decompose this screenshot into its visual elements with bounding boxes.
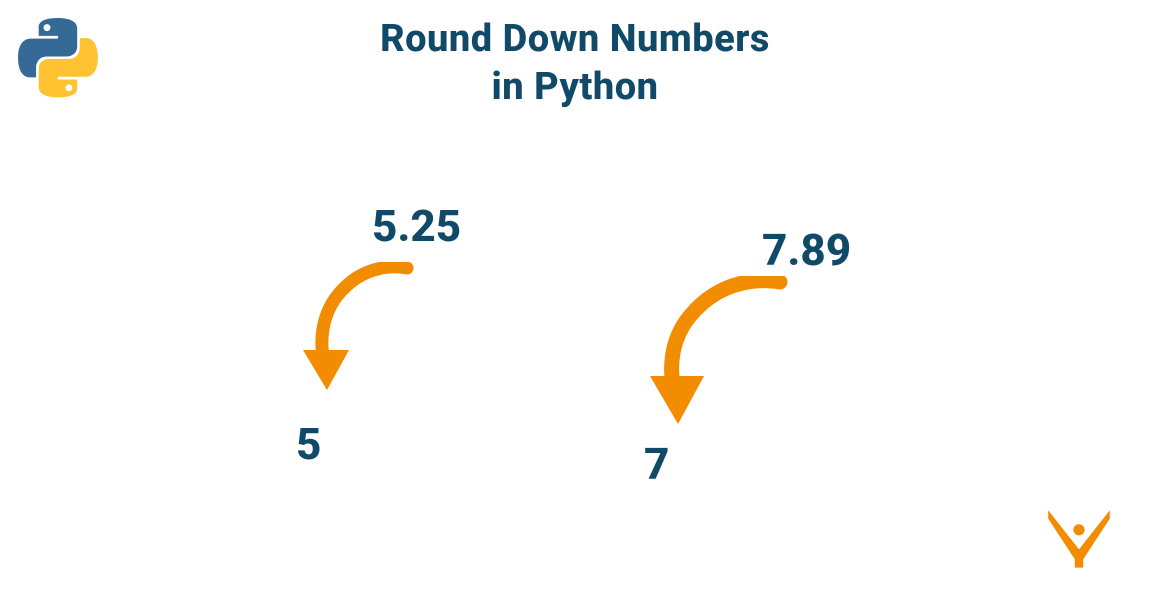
page-title: Round Down Numbers in Python: [0, 16, 1150, 111]
example-2-input: 7.89: [762, 224, 851, 276]
curved-down-arrow-icon: [295, 262, 425, 402]
example-2-output: 7: [644, 438, 669, 490]
title-line-1: Round Down Numbers: [0, 16, 1150, 64]
curved-down-arrow-icon: [640, 276, 800, 436]
brand-logo-icon: [1044, 499, 1114, 569]
example-1-input: 5.25: [372, 200, 461, 252]
example-1-output: 5: [296, 418, 321, 470]
title-line-2: in Python: [0, 64, 1150, 112]
